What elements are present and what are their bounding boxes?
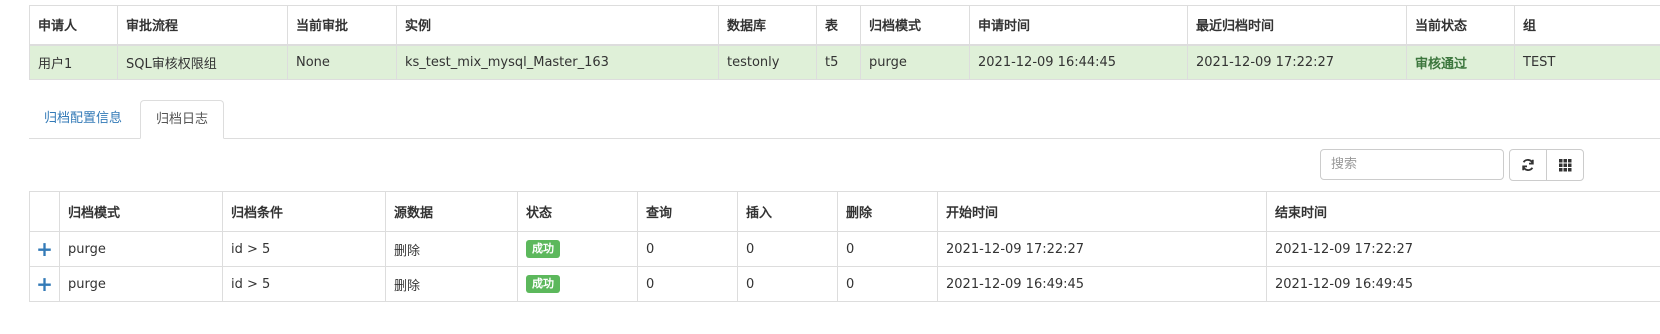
cell-status: 成功 [517, 231, 638, 267]
refresh-icon [1522, 159, 1534, 171]
cell-applicant: 用户1 [29, 44, 118, 80]
cell-archive-mode: purge [860, 44, 970, 80]
header-applicant[interactable]: 申请人 [29, 5, 118, 46]
tab-bar: 归档配置信息 归档日志 [29, 100, 1660, 139]
info-header-row: 申请人 审批流程 当前审批 实例 数据库 表 归档模式 申请时间 最近归档时间 … [29, 5, 1660, 46]
plus-icon[interactable]: + [36, 272, 53, 296]
cell-group: TEST [1514, 44, 1660, 80]
header-insert[interactable]: 插入 [737, 191, 838, 232]
cell-last-archive-time: 2021-12-09 17:22:27 [1187, 44, 1407, 80]
cell-insert: 0 [737, 266, 838, 302]
header-current-status[interactable]: 当前状态 [1406, 5, 1515, 46]
header-instance[interactable]: 实例 [396, 5, 719, 46]
status-badge: 成功 [526, 275, 560, 293]
cell-source: 删除 [385, 231, 518, 267]
cell-end-time: 2021-12-09 16:49:45 [1266, 266, 1660, 302]
expand-cell[interactable]: + [29, 231, 60, 267]
header-condition[interactable]: 归档条件 [222, 191, 386, 232]
cell-select: 0 [637, 231, 738, 267]
log-header-row: 归档模式 归档条件 源数据 状态 查询 插入 删除 开始时间 结束时间 [29, 191, 1660, 232]
cell-start-time: 2021-12-09 16:49:45 [937, 266, 1267, 302]
grid-columns-icon [1559, 159, 1572, 172]
header-status[interactable]: 状态 [517, 191, 638, 232]
header-archive-mode[interactable]: 归档模式 [860, 5, 970, 46]
cell-source: 删除 [385, 266, 518, 302]
refresh-button[interactable] [1509, 149, 1547, 181]
cell-apply-time: 2021-12-09 16:44:45 [969, 44, 1188, 80]
cell-mode: purge [59, 266, 223, 302]
cell-select: 0 [637, 266, 738, 302]
cell-database: testonly [718, 44, 817, 80]
header-workflow[interactable]: 审批流程 [117, 5, 288, 46]
expand-cell[interactable]: + [29, 266, 60, 302]
cell-start-time: 2021-12-09 17:22:27 [937, 231, 1267, 267]
cell-delete: 0 [837, 266, 938, 302]
cell-condition: id > 5 [222, 231, 386, 267]
table-row: + purge id > 5 删除 成功 0 0 0 2021-12-09 16… [29, 266, 1660, 302]
cell-current-approval: None [287, 44, 397, 80]
cell-status: 审核通过 [1406, 44, 1515, 80]
archive-log-table: 归档模式 归档条件 源数据 状态 查询 插入 删除 开始时间 结束时间 + pu… [29, 191, 1660, 302]
cell-status: 成功 [517, 266, 638, 302]
cell-end-time: 2021-12-09 17:22:27 [1266, 231, 1660, 267]
info-data-row: 用户1 SQL审核权限组 None ks_test_mix_mysql_Mast… [29, 44, 1660, 80]
tab-archive-log[interactable]: 归档日志 [140, 100, 225, 139]
header-group[interactable]: 组 [1514, 5, 1660, 46]
header-delete[interactable]: 删除 [837, 191, 938, 232]
cell-instance: ks_test_mix_mysql_Master_163 [396, 44, 719, 80]
header-database[interactable]: 数据库 [718, 5, 817, 46]
header-last-archive-time[interactable]: 最近归档时间 [1187, 5, 1407, 46]
header-select[interactable]: 查询 [637, 191, 738, 232]
table-row: + purge id > 5 删除 成功 0 0 0 2021-12-09 17… [29, 231, 1660, 267]
cell-delete: 0 [837, 231, 938, 267]
tab-archive-config[interactable]: 归档配置信息 [29, 100, 137, 138]
header-current-approval[interactable]: 当前审批 [287, 5, 397, 46]
archive-info-table: 申请人 审批流程 当前审批 实例 数据库 表 归档模式 申请时间 最近归档时间 … [29, 5, 1660, 80]
header-table[interactable]: 表 [816, 5, 861, 46]
header-expand [29, 191, 60, 232]
status-badge: 成功 [526, 240, 560, 258]
cell-workflow: SQL审核权限组 [117, 44, 288, 80]
header-start-time[interactable]: 开始时间 [937, 191, 1267, 232]
columns-button[interactable] [1546, 149, 1584, 181]
cell-table: t5 [816, 44, 861, 80]
plus-icon[interactable]: + [36, 237, 53, 261]
cell-condition: id > 5 [222, 266, 386, 302]
cell-mode: purge [59, 231, 223, 267]
header-end-time[interactable]: 结束时间 [1266, 191, 1660, 232]
cell-insert: 0 [737, 231, 838, 267]
search-input[interactable] [1320, 149, 1504, 180]
status-text: 审核通过 [1415, 56, 1468, 72]
header-mode[interactable]: 归档模式 [59, 191, 223, 232]
header-source[interactable]: 源数据 [385, 191, 518, 232]
header-apply-time[interactable]: 申请时间 [969, 5, 1188, 46]
